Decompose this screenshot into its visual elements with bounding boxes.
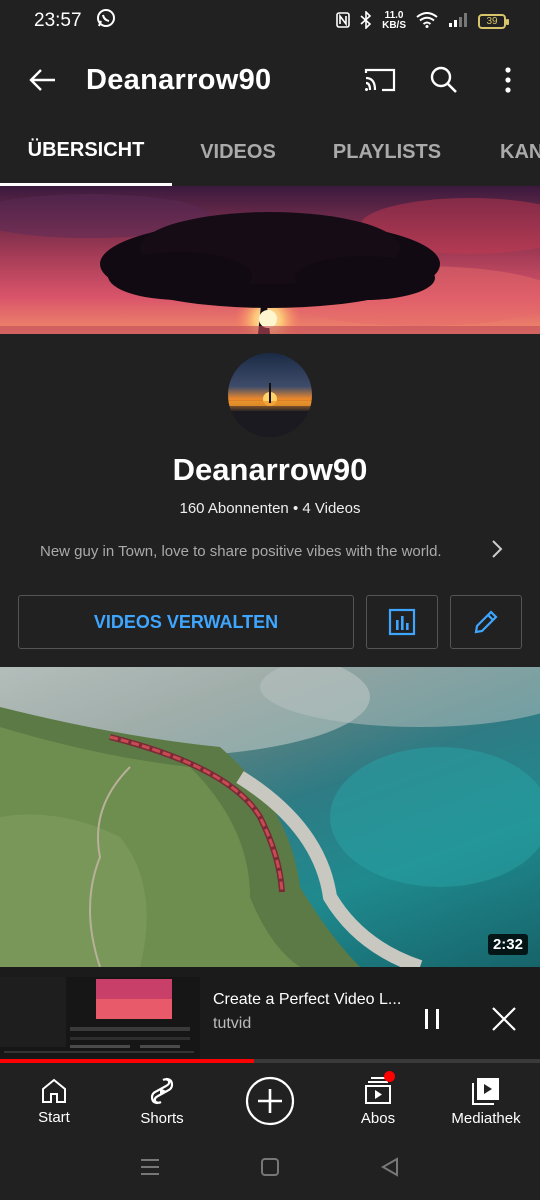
search-icon: [430, 66, 457, 93]
cast-icon: [364, 68, 396, 92]
channel-tabs: ÜBERSICHT VIDEOS PLAYLISTS KAN: [0, 118, 540, 186]
edit-channel-button[interactable]: [450, 595, 522, 649]
battery-icon: 39: [478, 13, 509, 29]
network-speed: 11.0 KB/S: [382, 11, 406, 31]
search-button[interactable]: [412, 42, 476, 118]
pause-icon: [425, 1009, 439, 1029]
notification-badge: [384, 1071, 395, 1082]
nav-subscriptions-label: Abos: [360, 1109, 396, 1127]
more-options-button[interactable]: [476, 42, 540, 118]
pencil-icon: [474, 610, 498, 634]
pause-button[interactable]: [406, 997, 458, 1041]
tab-overview[interactable]: ÜBERSICHT: [0, 118, 172, 186]
channel-stats: 160 Abonnenten • 4 Videos: [0, 500, 540, 517]
create-icon: [245, 1076, 295, 1126]
nav-subscriptions[interactable]: Abos: [324, 1063, 432, 1139]
stats-separator: •: [292, 500, 299, 517]
mini-player-thumbnail[interactable]: [0, 977, 200, 1061]
whatsapp-icon: [96, 8, 116, 34]
chevron-right-icon: [490, 539, 510, 563]
nav-start[interactable]: Start: [0, 1063, 108, 1139]
app-bar: Deanarrow90: [0, 42, 540, 118]
mini-player-title: Create a Perfect Video L...: [213, 991, 402, 1008]
library-icon: [472, 1077, 499, 1105]
close-icon: [492, 1007, 516, 1031]
square-icon: [261, 1158, 279, 1176]
clock: 23:57: [34, 10, 82, 31]
signal-icon: [448, 12, 468, 31]
featured-video[interactable]: 2:32: [0, 667, 540, 967]
shorts-icon: [150, 1077, 174, 1104]
channel-banner: [0, 186, 540, 334]
arrow-left-icon: [29, 69, 55, 91]
bluetooth-icon: [360, 9, 372, 32]
back-button[interactable]: [0, 42, 86, 118]
mini-player-channel: tutvid: [213, 1015, 252, 1032]
close-mini-player-button[interactable]: [478, 997, 530, 1041]
nav-shorts-label: Shorts: [140, 1109, 184, 1127]
nav-shorts[interactable]: Shorts: [108, 1063, 216, 1139]
page-title: Deanarrow90: [86, 63, 272, 96]
manage-videos-button[interactable]: VIDEOS VERWALTEN: [18, 595, 354, 649]
menu-icon: [141, 1159, 159, 1175]
video-count: 4 Videos: [302, 500, 361, 517]
tab-videos[interactable]: VIDEOS: [172, 118, 304, 186]
cast-button[interactable]: [348, 42, 412, 118]
status-bar: 23:57 11.0 KB/S 39: [0, 0, 540, 42]
bottom-navigation: Start Shorts Abos Mediathek: [0, 1063, 540, 1139]
battery-level: 39: [486, 15, 498, 27]
wifi-icon: [416, 11, 438, 31]
back-system-button[interactable]: [380, 1157, 400, 1182]
home-system-button[interactable]: [260, 1157, 280, 1182]
mini-player[interactable]: Create a Perfect Video L... tutvid: [0, 967, 540, 1063]
channel-description[interactable]: New guy in Town, love to share positive …: [40, 540, 510, 562]
nav-create[interactable]: [216, 1063, 324, 1139]
channel-name: Deanarrow90: [172, 452, 368, 487]
recent-apps-button[interactable]: [140, 1158, 160, 1181]
subscriber-count: 160 Abonnenten: [179, 500, 289, 517]
more-vert-icon: [505, 67, 511, 93]
network-speed-unit: KB/S: [382, 20, 406, 31]
system-navigation-bar: [0, 1139, 540, 1200]
tab-channels[interactable]: KAN: [470, 118, 540, 186]
channel-description-text: New guy in Town, love to share positive …: [40, 542, 442, 560]
nav-library-label: Mediathek: [451, 1109, 521, 1127]
analytics-button[interactable]: [366, 595, 438, 649]
nav-library[interactable]: Mediathek: [432, 1063, 540, 1139]
analytics-icon: [388, 608, 416, 636]
channel-avatar[interactable]: [228, 353, 312, 437]
triangle-back-icon: [380, 1157, 398, 1177]
home-icon: [42, 1078, 66, 1103]
nfc-icon: [336, 11, 350, 31]
nav-start-label: Start: [38, 1108, 70, 1126]
tab-playlists[interactable]: PLAYLISTS: [304, 118, 470, 186]
video-duration: 2:32: [487, 934, 528, 955]
